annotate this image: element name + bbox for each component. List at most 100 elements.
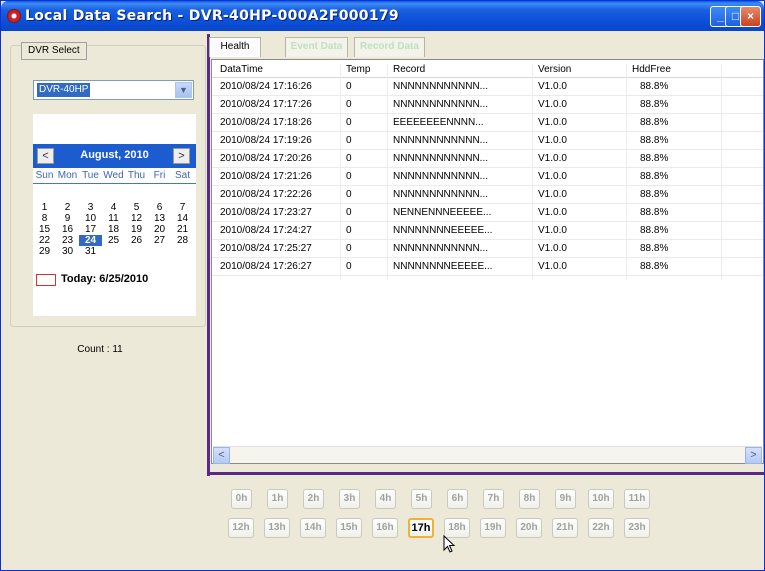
hour-button-14h[interactable]: 14h [300,518,326,538]
table-row[interactable]: 2010/08/24 17:21:26 0 NNNNNNNNNNNN... V1.0.… [212,168,763,186]
calendar-day[interactable]: 6 [148,202,171,213]
calendar-day[interactable]: 4 [102,202,125,213]
tab-record-data[interactable]: Record Data [354,37,425,57]
day-name: Sun [35,170,54,181]
calendar-day[interactable]: 21 [171,224,194,235]
table-cell: NNNNNNNNNNNN... [393,153,488,164]
hour-button-9h[interactable]: 9h [555,489,576,509]
calendar-day[interactable]: 15 [33,224,56,235]
hour-button-15h[interactable]: 15h [336,518,362,538]
calendar-day[interactable]: 7 [171,202,194,213]
table-cell: 0 [346,189,352,200]
table-cell: 2010/08/24 17:18:26 [220,117,312,128]
scroll-left-button[interactable]: < [213,447,230,464]
table-row[interactable]: 2010/08/24 17:23:27 0 NENNENNNEEEEE... V1.0… [212,204,763,222]
hour-button-1h[interactable]: 1h [267,489,288,509]
table-cell: 2010/08/24 17:26:27 [220,261,312,272]
calendar-day[interactable]: 20 [148,224,171,235]
table-row[interactable]: 2010/08/24 17:16:26 0 NNNNNNNNNNNN... V1.0.… [212,78,763,96]
table-cell: V1.0.0 [538,153,567,164]
calendar-day[interactable]: 5 [125,202,148,213]
column-header[interactable]: Temp [346,64,370,75]
table-cell: V1.0.0 [538,171,567,182]
calendar-day[interactable]: 23 [56,235,79,246]
hour-button-6h[interactable]: 6h [447,489,468,509]
hour-button-8h[interactable]: 8h [519,489,540,509]
calendar-day[interactable]: 29 [33,246,56,257]
calendar-day[interactable]: 9 [56,213,79,224]
calendar-day[interactable]: 27 [148,235,171,246]
calendar-day[interactable]: 17 [79,224,102,235]
hour-button-12h[interactable]: 12h [228,518,254,538]
hour-button-4h[interactable]: 4h [375,489,396,509]
calendar-day[interactable]: 19 [125,224,148,235]
hour-button-2h[interactable]: 2h [303,489,324,509]
calendar-day[interactable]: 2 [56,202,79,213]
hour-button-23h[interactable]: 23h [624,518,650,538]
chevron-down-icon[interactable]: ▼ [175,82,192,98]
horizontal-scrollbar[interactable]: < > [213,446,762,464]
hour-button-17h[interactable]: 17h [408,518,434,538]
calendar-day[interactable]: 31 [79,246,102,257]
table-row[interactable]: 2010/08/24 17:17:26 0 NNNNNNNNNNNN... V1.0.… [212,96,763,114]
table-row[interactable]: 2010/08/24 17:24:27 0 NNNNNNNNEEEEE... V1.0… [212,222,763,240]
calendar-day[interactable]: 12 [125,213,148,224]
calendar-day[interactable]: 10 [79,213,102,224]
hour-button-10h[interactable]: 10h [588,489,614,509]
dvr-select-value: DVR-40HP [37,83,91,97]
tab-event-data[interactable]: Event Data [285,37,348,57]
tab-health-data[interactable]: Health Data [209,37,261,70]
table-cell: 0 [346,207,352,218]
calendar-day[interactable]: 22 [33,235,56,246]
dvr-select-label: DVR Select [21,42,87,60]
hour-button-5h[interactable]: 5h [411,489,432,509]
table-cell: 2010/08/24 17:21:26 [220,171,312,182]
hour-button-11h[interactable]: 11h [624,489,650,509]
maximize-icon: □ [731,9,740,23]
calendar-day[interactable]: 25 [102,235,125,246]
calendar-day[interactable]: 24 [79,235,102,246]
hour-button-21h[interactable]: 21h [552,518,578,538]
calendar-day[interactable]: 14 [171,213,194,224]
close-button[interactable]: × [740,6,761,27]
table-cell: 88.8% [640,243,669,254]
hour-button-20h[interactable]: 20h [516,518,542,538]
scroll-right-button[interactable]: > [745,447,762,464]
table-row[interactable]: 2010/08/24 17:18:26 0 EEEEEEEENNNN... V1.0.… [212,114,763,132]
calendar-day[interactable]: 16 [56,224,79,235]
calendar-day[interactable]: 3 [79,202,102,213]
table-row[interactable]: 2010/08/24 17:20:26 0 NNNNNNNNNNNN... V1.0.… [212,150,763,168]
calendar-day[interactable]: 11 [102,213,125,224]
today-label[interactable]: Today: 6/25/2010 [61,273,148,285]
table-row[interactable]: 2010/08/24 17:22:26 0 NNNNNNNNNNNN... V1.0.… [212,186,763,204]
calendar-day[interactable]: 8 [33,213,56,224]
calendar-day[interactable]: 13 [148,213,171,224]
hour-button-16h[interactable]: 16h [372,518,398,538]
table-cell: 2010/08/24 17:17:26 [220,99,312,110]
table-row[interactable]: 2010/08/24 17:19:26 0 NNNNNNNNNNNN... V1.0.… [212,132,763,150]
table-row[interactable]: 2010/08/24 17:26:27 0 NNNNNNNNEEEEE... V1.0… [212,258,763,276]
table-cell: V1.0.0 [538,189,567,200]
table-row[interactable]: 2010/08/24 17:25:27 0 NNNNNNNNNNNN... V1.0.… [212,240,763,258]
title-bar[interactable]: Local Data Search - DVR-40HP-000A2F00017… [1,1,764,31]
calendar-day[interactable]: 1 [33,202,56,213]
chevron-right-icon: > [178,150,185,162]
calendar-day[interactable]: 26 [125,235,148,246]
dvr-select-dropdown[interactable]: DVR-40HP ▼ [33,80,194,100]
column-header[interactable]: DataTime [220,64,263,75]
hour-button-7h[interactable]: 7h [483,489,504,509]
column-header[interactable]: Version [538,64,571,75]
hour-button-19h[interactable]: 19h [480,518,506,538]
calendar-day[interactable]: 28 [171,235,194,246]
hour-button-13h[interactable]: 13h [264,518,290,538]
column-header[interactable]: HddFree [632,64,671,75]
next-month-button[interactable]: > [173,148,190,164]
hour-button-0h[interactable]: 0h [231,489,252,509]
column-header[interactable]: Record [393,64,425,75]
calendar-day[interactable]: 30 [56,246,79,257]
hour-button-3h[interactable]: 3h [339,489,360,509]
prev-month-button[interactable]: < [37,148,54,164]
calendar-day[interactable]: 18 [102,224,125,235]
table-cell: 88.8% [640,207,669,218]
hour-button-22h[interactable]: 22h [588,518,614,538]
